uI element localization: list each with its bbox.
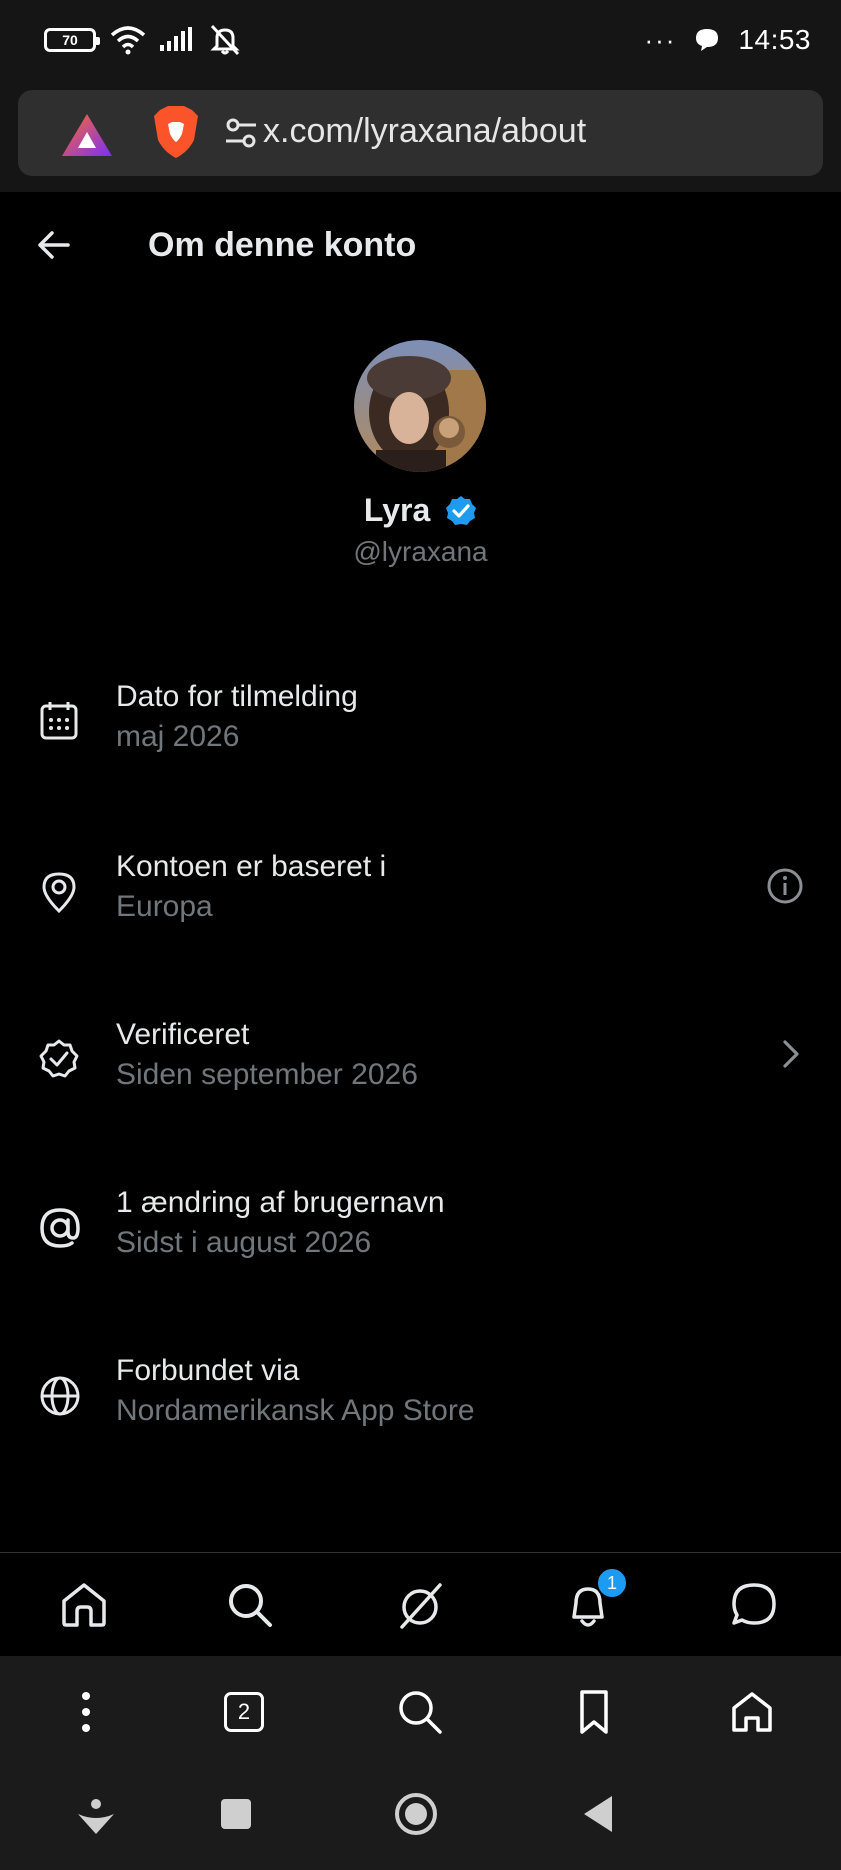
home-button-icon[interactable]	[394, 1792, 438, 1836]
notification-count-badge: 1	[596, 1567, 628, 1599]
brave-rewards-icon[interactable]	[60, 112, 114, 158]
url-text[interactable]: x.com/lyraxana/about	[263, 112, 586, 151]
detail-value: maj 2026	[116, 720, 240, 753]
notifications-off-icon	[210, 24, 240, 56]
system-navigation-bar	[0, 1766, 841, 1870]
detail-title: Verificeret	[116, 1018, 250, 1051]
globe-icon	[40, 1376, 80, 1416]
detail-row-connected-via: Forbundet via Nordamerikansk App Store	[0, 1338, 841, 1458]
home-icon[interactable]	[58, 1579, 110, 1631]
chat-bubble-icon	[696, 29, 719, 51]
bookmark-icon[interactable]	[568, 1686, 620, 1738]
detail-value: Europa	[116, 890, 213, 923]
url-field[interactable]: x.com/lyraxana/about	[18, 90, 823, 176]
avatar-image	[354, 340, 486, 472]
info-icon[interactable]	[765, 866, 805, 906]
more-menu-icon[interactable]	[60, 1686, 112, 1738]
detail-title: Kontoen er baseret i	[116, 850, 387, 883]
notifications-tab[interactable]: 1	[562, 1567, 628, 1631]
assistant-icon[interactable]	[76, 1796, 116, 1836]
back-arrow-icon[interactable]	[36, 230, 70, 260]
detail-value: Sidst i august 2026	[116, 1226, 372, 1259]
detail-row-username-changes: 1 ændring af brugernavn Sidst i august 2…	[0, 1170, 841, 1290]
page-header: Om denne konto	[0, 192, 841, 302]
tab-count: 2	[224, 1692, 264, 1732]
status-overflow: ···	[644, 24, 677, 55]
page-title: Om denne konto	[148, 226, 417, 264]
browser-search-icon[interactable]	[394, 1686, 446, 1738]
grok-icon[interactable]	[394, 1579, 446, 1631]
messages-icon[interactable]	[728, 1579, 780, 1631]
profile-name-row: Lyra	[0, 490, 841, 529]
browser-toolbar: 2	[0, 1656, 841, 1766]
at-sign-icon	[40, 1208, 80, 1248]
tab-switcher-button[interactable]: 2	[218, 1686, 270, 1738]
detail-title: Dato for tilmelding	[116, 680, 358, 713]
wifi-icon	[110, 26, 146, 55]
search-icon[interactable]	[224, 1579, 276, 1631]
avatar[interactable]	[354, 340, 486, 472]
clock: 14:53	[738, 24, 811, 55]
browser-address-bar: x.com/lyraxana/about	[0, 80, 841, 192]
battery-level: 70	[62, 32, 78, 48]
site-settings-icon[interactable]	[224, 116, 258, 150]
detail-row-verified[interactable]: Verificeret Siden september 2026	[0, 1002, 841, 1122]
status-bar: 70 ··· 14:53	[0, 0, 841, 80]
profile-handle: @lyraxana	[353, 536, 488, 567]
calendar-icon	[40, 702, 78, 740]
recents-icon[interactable]	[220, 1798, 252, 1830]
location-pin-icon	[42, 872, 76, 914]
detail-title: 1 ændring af brugernavn	[116, 1186, 445, 1219]
status-icons-left: 70	[44, 22, 242, 58]
battery-indicator: 70	[44, 28, 100, 52]
verified-badge-icon[interactable]	[445, 495, 477, 527]
browser-home-icon[interactable]	[726, 1686, 778, 1738]
profile-name: Lyra	[363, 492, 431, 529]
detail-row-location: Kontoen er baseret i Europa	[0, 834, 841, 954]
bottom-tab-bar: 1	[0, 1552, 841, 1656]
status-icons-right: ··· 14:53	[644, 20, 811, 60]
detail-title: Forbundet via	[116, 1354, 300, 1387]
signal-icon	[160, 27, 192, 51]
detail-row-joined: Dato for tilmelding maj 2026	[0, 664, 841, 784]
detail-value: Nordamerikansk App Store	[116, 1394, 475, 1427]
verified-badge-icon	[39, 1039, 79, 1078]
chevron-right-icon[interactable]	[775, 1036, 805, 1072]
detail-value: Siden september 2026	[116, 1058, 418, 1091]
brave-shields-icon[interactable]	[152, 104, 200, 160]
back-button-icon[interactable]	[582, 1794, 614, 1834]
